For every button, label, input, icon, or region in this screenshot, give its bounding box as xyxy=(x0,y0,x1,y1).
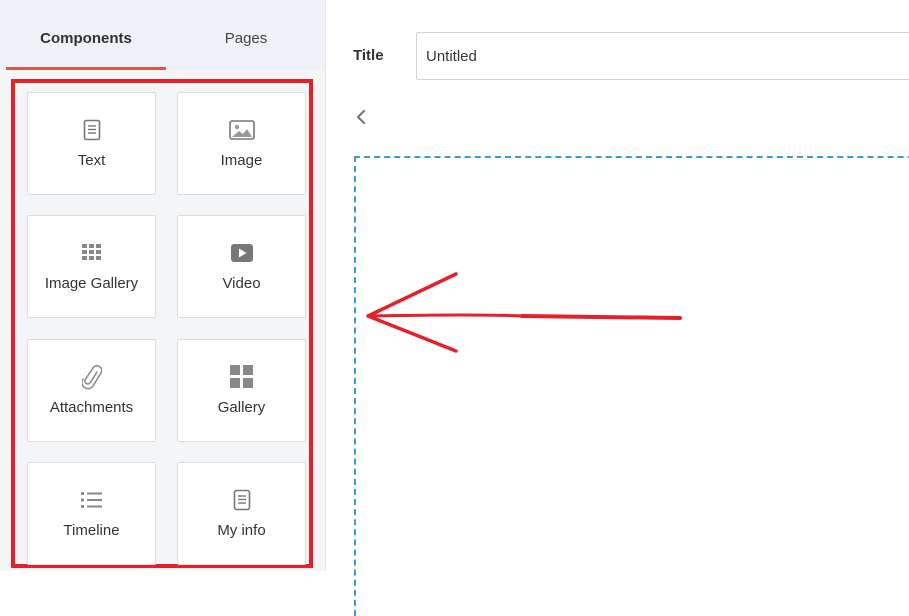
component-label: My info xyxy=(217,522,266,539)
component-tile-gallery[interactable]: Gallery xyxy=(177,339,306,442)
components-sidebar: Components Pages Text Image Image Galler… xyxy=(0,0,326,571)
image-icon xyxy=(178,117,305,143)
component-label: Gallery xyxy=(217,399,266,416)
component-label: Timeline xyxy=(63,522,120,539)
four-squares-icon xyxy=(178,364,305,390)
document-icon xyxy=(178,487,305,513)
grid-dots-icon xyxy=(28,240,155,266)
component-tile-attachments[interactable]: Attachments xyxy=(27,339,156,442)
title-input[interactable] xyxy=(416,32,909,80)
component-label: Image xyxy=(220,152,263,169)
component-label: Text xyxy=(77,152,106,169)
page-dropzone[interactable] xyxy=(354,156,909,616)
sidebar-tabs: Components Pages xyxy=(0,0,325,70)
component-tile-image-gallery[interactable]: Image Gallery xyxy=(27,215,156,318)
component-tile-video[interactable]: Video xyxy=(177,215,306,318)
tab-components[interactable]: Components xyxy=(6,0,166,70)
component-label: Image Gallery xyxy=(44,275,139,292)
title-label: Title xyxy=(353,47,384,64)
document-icon xyxy=(28,117,155,143)
paperclip-icon xyxy=(28,364,155,390)
component-tile-my-info[interactable]: My info xyxy=(177,462,306,565)
component-tile-image[interactable]: Image xyxy=(177,92,306,195)
list-icon xyxy=(28,487,155,513)
tab-pages[interactable]: Pages xyxy=(166,0,326,70)
component-label: Video xyxy=(222,275,261,292)
chevron-left-icon[interactable] xyxy=(354,108,368,126)
video-play-icon xyxy=(178,240,305,266)
component-tile-text[interactable]: Text xyxy=(27,92,156,195)
component-tile-timeline[interactable]: Timeline xyxy=(27,462,156,565)
component-label: Attachments xyxy=(49,399,134,416)
red-arrow-annotation xyxy=(366,272,682,353)
